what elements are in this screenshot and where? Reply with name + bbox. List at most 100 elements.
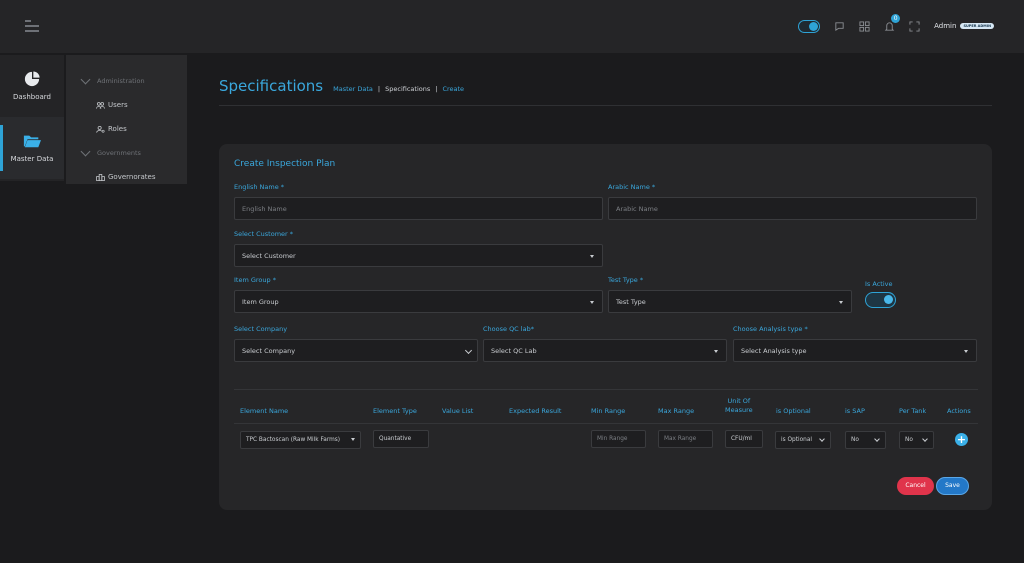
col-min-range: Min Range xyxy=(591,407,626,415)
customer-select[interactable]: Select Customer xyxy=(234,244,603,267)
subnav-item-label: Roles xyxy=(108,125,127,133)
rail-item-label: Dashboard xyxy=(13,93,51,101)
company-select[interactable]: Select Company xyxy=(234,339,478,362)
theme-toggle[interactable] xyxy=(798,19,821,33)
top-bar-actions: 0 Admin SUPER ADMIN xyxy=(798,13,994,38)
col-is-optional: is Optional xyxy=(776,407,811,415)
caret-down-icon xyxy=(351,438,355,441)
per-tank-select[interactable]: No xyxy=(899,431,934,449)
customer-select-value: Select Customer xyxy=(242,251,296,260)
subnav-group-label: Governments xyxy=(97,149,141,157)
table-header-divider xyxy=(234,423,978,424)
subnav-item-governorates[interactable]: Governorates xyxy=(66,165,187,189)
caret-down-icon xyxy=(590,301,594,304)
subnav-item-label: Users xyxy=(108,101,128,109)
notification-count: 0 xyxy=(891,13,901,23)
analysis-type-select[interactable]: Select Analysis type xyxy=(733,339,977,362)
rail-item-dashboard[interactable]: Dashboard xyxy=(0,55,64,117)
rail-item-label: Master Data xyxy=(10,155,54,163)
company-value: Select Company xyxy=(242,346,296,355)
apps-grid-icon[interactable] xyxy=(859,20,870,32)
subnav-group-label: Administration xyxy=(97,77,145,85)
test-type-select[interactable]: Test Type xyxy=(608,290,852,313)
subnav-item-users[interactable]: Users xyxy=(66,93,187,117)
menu-toggle-icon[interactable] xyxy=(25,20,39,32)
inspection-plan-card: Create Inspection Plan English Name * En… xyxy=(219,144,992,510)
breadcrumb-create: Create xyxy=(442,85,465,93)
header-divider xyxy=(219,105,992,106)
is-optional-select[interactable]: is Optional xyxy=(775,431,831,449)
per-tank-value: No xyxy=(905,437,913,443)
col-max-range: Max Range xyxy=(658,407,695,415)
col-unit-line-2: Measure xyxy=(725,406,753,414)
analysis-type-label: Choose Analysis type * xyxy=(733,325,808,333)
is-sap-value: No xyxy=(851,437,859,443)
col-element-name: Element Name xyxy=(240,407,289,415)
breadcrumb-master-data[interactable]: Master Data xyxy=(333,85,373,93)
caret-down-icon xyxy=(590,255,594,258)
chevron-down-icon xyxy=(80,74,91,84)
col-expected-result: Expected Result xyxy=(509,407,562,415)
admin-role-badge: SUPER ADMIN xyxy=(960,23,994,29)
col-actions: Actions xyxy=(947,407,971,415)
caret-down-icon xyxy=(839,301,843,304)
chevron-down-icon xyxy=(922,436,928,442)
element-type-field[interactable]: Quantative xyxy=(373,430,429,448)
qc-lab-select[interactable]: Select QC Lab xyxy=(483,339,727,362)
unit-field[interactable]: CFU/ml xyxy=(725,430,763,448)
chevron-down-icon xyxy=(819,436,825,442)
is-active-toggle[interactable] xyxy=(865,292,896,308)
element-name-select[interactable]: TPC Bactoscan (Raw Milk Farms) xyxy=(240,431,361,449)
test-type-value: Test Type xyxy=(616,297,646,306)
english-name-field[interactable]: English Name xyxy=(234,197,603,220)
buildings-icon xyxy=(96,173,105,181)
folder-open-icon xyxy=(23,135,41,148)
subnav-item-roles[interactable]: Roles xyxy=(66,117,187,141)
col-unit-of-measure: Unit Of Measure xyxy=(725,397,753,415)
page-header: Specifications Master Data | Specificati… xyxy=(219,77,464,95)
company-label: Select Company xyxy=(234,325,288,333)
breadcrumb-specifications[interactable]: Specifications xyxy=(385,85,430,93)
arabic-name-field[interactable]: Arabic Name xyxy=(608,197,977,220)
analysis-type-value: Select Analysis type xyxy=(741,346,807,355)
element-name-value: TPC Bactoscan (Raw Milk Farms) xyxy=(246,437,341,443)
table-top-divider xyxy=(234,389,978,390)
breadcrumb-separator: | xyxy=(377,85,381,93)
user-role-icon xyxy=(96,125,105,133)
item-group-select[interactable]: Item Group xyxy=(234,290,603,313)
fullscreen-icon[interactable] xyxy=(909,20,920,32)
subnav-item-label: Governorates xyxy=(108,173,156,181)
save-button[interactable]: Save xyxy=(936,477,969,495)
qc-lab-label: Choose QC lab* xyxy=(483,325,534,333)
is-sap-select[interactable]: No xyxy=(845,431,886,449)
customer-label: Select Customer * xyxy=(234,230,294,238)
pie-chart-icon xyxy=(24,71,40,87)
is-active-label: Is Active xyxy=(865,280,893,288)
breadcrumb-separator: | xyxy=(435,85,438,93)
users-icon xyxy=(96,101,105,109)
chevron-down-icon xyxy=(464,346,473,355)
card-title: Create Inspection Plan xyxy=(234,159,336,169)
admin-menu[interactable]: Admin SUPER ADMIN xyxy=(934,22,994,30)
caret-down-icon xyxy=(964,350,968,353)
is-optional-value: is Optional xyxy=(781,437,812,443)
max-range-input[interactable]: Max Range xyxy=(658,430,713,448)
page-title: Specifications xyxy=(219,77,324,95)
subnav-group-governments[interactable]: Governments xyxy=(66,141,187,165)
col-unit-line-1: Unit Of xyxy=(727,397,751,405)
rail-item-master-data[interactable]: Master Data xyxy=(0,117,64,179)
item-group-value: Item Group xyxy=(242,297,279,306)
subnav-group-administration[interactable]: Administration xyxy=(66,69,187,93)
bell-icon[interactable]: 0 xyxy=(884,13,901,32)
top-bar: 0 Admin SUPER ADMIN xyxy=(0,0,1024,53)
min-range-input[interactable]: Min Range xyxy=(591,430,646,448)
breadcrumb: Master Data | Specifications | Create xyxy=(333,85,464,93)
admin-name: Admin xyxy=(934,22,957,30)
english-name-label: English Name * xyxy=(234,183,285,191)
add-row-icon[interactable]: + xyxy=(955,433,968,446)
chat-icon[interactable] xyxy=(834,21,845,32)
item-group-label: Item Group * xyxy=(234,276,276,284)
col-is-sap: is SAP xyxy=(845,407,865,415)
cancel-button[interactable]: Cancel xyxy=(897,477,934,495)
qc-lab-value: Select QC Lab xyxy=(491,346,537,355)
